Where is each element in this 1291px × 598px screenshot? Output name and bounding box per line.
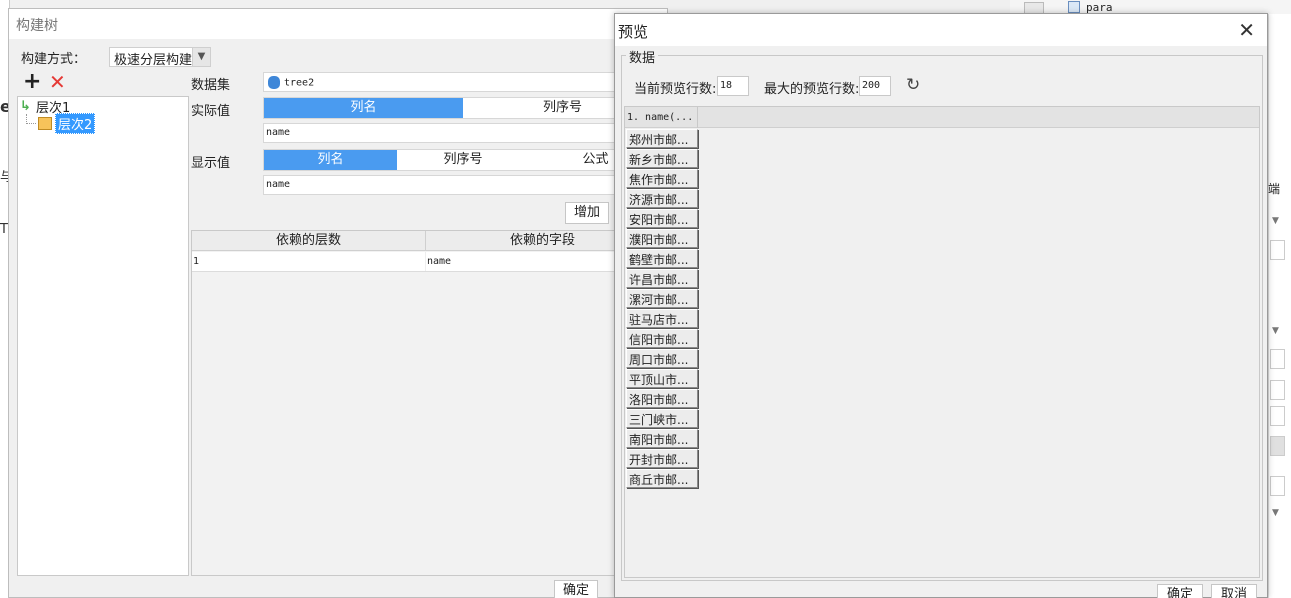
- chevron-down-icon[interactable]: ▼: [1272, 508, 1279, 518]
- group-label: 数据: [626, 47, 659, 66]
- grid-cell[interactable]: 许昌市邮...: [626, 269, 698, 288]
- chevron-down-icon[interactable]: ▼: [1272, 216, 1279, 226]
- chevron-down-icon[interactable]: ▼: [1272, 326, 1279, 336]
- chevron-down-icon[interactable]: ▼: [192, 48, 210, 66]
- grid-cell[interactable]: 鹤壁市邮...: [626, 249, 698, 268]
- background-left-text: T: [0, 222, 8, 237]
- current-rows-label: 当前预览行数:: [634, 82, 717, 97]
- grid-cell[interactable]: 洛阳市邮...: [626, 389, 698, 408]
- grid-cell[interactable]: 周口市邮...: [626, 349, 698, 368]
- table-cell[interactable]: 1: [192, 252, 426, 271]
- dialog-title: 预览: [615, 14, 1267, 46]
- dependency-table: 依赖的层数 依赖的字段 1 name: [191, 230, 661, 576]
- build-method-select[interactable]: 极速分层构建 ▼: [109, 47, 211, 68]
- more-button[interactable]: [1270, 436, 1285, 456]
- build-method-label: 构建方式：: [21, 52, 87, 67]
- cancel-button[interactable]: 取消: [1211, 584, 1257, 598]
- grid-cell[interactable]: 平顶山市...: [626, 369, 698, 388]
- preview-grid: 1. name(... 郑州市邮... 新乡市邮... 焦作市邮... 济源市邮...…: [624, 106, 1260, 578]
- table-header: 依赖的层数 依赖的字段: [192, 231, 660, 251]
- max-rows-input[interactable]: 200: [859, 76, 891, 96]
- grid-cell[interactable]: 濮阳市邮...: [626, 229, 698, 248]
- dataset-icon: [268, 76, 280, 89]
- grid-cell[interactable]: 郑州市邮...: [626, 129, 698, 148]
- grid-cell[interactable]: 商丘市邮...: [626, 469, 698, 488]
- build-tree-dialog: 构建树 构建方式： 极速分层构建 ▼ + ✕ ↳ 层次1 层次2 数据集 tre…: [8, 8, 668, 598]
- dataset-value: tree2: [284, 77, 315, 89]
- actual-value-label: 实际值: [191, 104, 231, 119]
- property-field[interactable]: [1270, 406, 1285, 426]
- parameter-icon: [1068, 1, 1080, 13]
- table-row[interactable]: 1 name: [192, 252, 660, 272]
- grid-cell[interactable]: 信阳市邮...: [626, 329, 698, 348]
- ok-button[interactable]: 确定: [1157, 584, 1203, 598]
- dialog-title: 构建树: [9, 9, 667, 39]
- grid-cell[interactable]: 焦作市邮...: [626, 169, 698, 188]
- tree-branch-icon: ↳: [20, 98, 31, 114]
- grid-cell[interactable]: 漯河市邮...: [626, 289, 698, 308]
- tree-node-level1[interactable]: ↳ 层次1: [20, 98, 70, 116]
- grid-cell[interactable]: 南阳市邮...: [626, 429, 698, 448]
- data-group: 数据 当前预览行数: 18 最大的预览行数: 200 ↻ 1. name(...…: [621, 47, 1263, 581]
- refresh-icon[interactable]: ↻: [906, 75, 920, 95]
- display-value-label: 显示值: [191, 156, 231, 171]
- tree-connector: [26, 114, 36, 124]
- dataset-field[interactable]: tree2: [263, 72, 663, 92]
- tab-column-name[interactable]: 列名: [264, 98, 463, 118]
- grid-cell[interactable]: 驻马店市...: [626, 309, 698, 328]
- property-field[interactable]: [1270, 240, 1285, 260]
- grid-header: 1. name(...: [625, 107, 1259, 128]
- actual-value-tabs: 列名 列序号: [263, 97, 663, 119]
- level-tree: ↳ 层次1 层次2: [17, 96, 189, 576]
- tab-column-index[interactable]: 列序号: [397, 150, 529, 170]
- build-method-value: 极速分层构建: [114, 53, 193, 68]
- add-button[interactable]: 增加: [565, 202, 609, 224]
- display-value-tabs: 列名 列序号 公式: [263, 149, 663, 171]
- display-value-field[interactable]: name: [263, 175, 663, 195]
- tree-node-level2[interactable]: 层次2: [38, 113, 96, 134]
- grid-cell[interactable]: 开封市邮...: [626, 449, 698, 468]
- property-field[interactable]: [1270, 380, 1285, 400]
- column-header[interactable]: 1. name(...: [625, 107, 698, 128]
- grid-cell[interactable]: 安阳市邮...: [626, 209, 698, 228]
- tab-column-name[interactable]: 列名: [264, 150, 397, 170]
- property-panel-text: 端: [1268, 182, 1281, 196]
- actual-value-field[interactable]: name: [263, 123, 663, 143]
- current-rows-input[interactable]: 18: [717, 76, 749, 96]
- property-field[interactable]: [1270, 349, 1285, 369]
- max-rows-label: 最大的预览行数:: [764, 82, 860, 97]
- cube-icon: [38, 117, 52, 130]
- column-header[interactable]: 依赖的层数: [192, 231, 426, 250]
- grid-cell[interactable]: 新乡市邮...: [626, 149, 698, 168]
- dataset-label: 数据集: [191, 78, 231, 93]
- delete-icon[interactable]: ✕: [49, 71, 66, 93]
- tree-node-label: 层次2: [55, 113, 96, 134]
- close-icon[interactable]: ✕: [1238, 18, 1255, 42]
- add-icon[interactable]: +: [23, 71, 41, 93]
- property-field[interactable]: [1270, 476, 1285, 496]
- grid-cell[interactable]: 三门峡市...: [626, 409, 698, 428]
- grid-cell[interactable]: 济源市邮...: [626, 189, 698, 208]
- ok-button[interactable]: 确定: [554, 580, 598, 598]
- preview-dialog: 预览 ✕ 数据 当前预览行数: 18 最大的预览行数: 200 ↻ 1. nam…: [614, 13, 1268, 598]
